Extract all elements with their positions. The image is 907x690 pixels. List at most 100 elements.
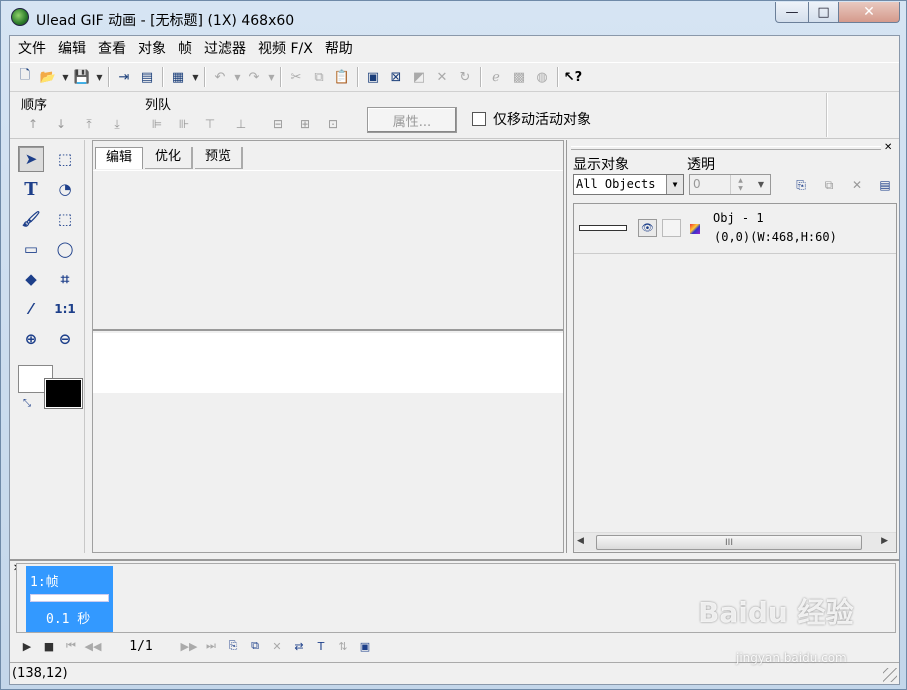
delete-frame-icon[interactable]: ✕ — [266, 636, 288, 656]
undo-icon[interactable]: ↶ — [209, 66, 231, 88]
object-properties-icon[interactable]: ▤ — [875, 176, 895, 194]
lasso-tool-icon[interactable]: ◔ — [52, 176, 78, 202]
new-icon[interactable]: 🗋 — [14, 66, 36, 88]
tab-optimize[interactable]: 优化 — [145, 147, 194, 169]
new-object-icon[interactable]: ⎘ — [791, 176, 811, 194]
next-frame-icon[interactable]: ▶▶ — [178, 636, 200, 656]
undo-dropdown-icon[interactable]: ▼ — [232, 66, 243, 88]
first-frame-icon[interactable]: ⏮ — [60, 636, 82, 656]
add-frame-icon[interactable]: ⎘ — [222, 636, 244, 656]
eyedropper-icon[interactable]: ⁄ — [18, 296, 44, 322]
save-dropdown-icon[interactable]: ▼ — [94, 66, 105, 88]
optimize-icon[interactable]: ▦ — [167, 66, 189, 88]
rotate-icon[interactable]: ↻ — [454, 66, 476, 88]
ellipse-tool-icon[interactable]: ◯ — [52, 236, 78, 262]
menu-filter[interactable]: 过滤器 — [198, 38, 252, 60]
properties-button[interactable]: 属性... — [367, 107, 457, 133]
eraser-tool-icon[interactable]: ▭ — [18, 236, 44, 262]
zoom-out-icon[interactable]: ⊖ — [52, 326, 78, 352]
save-icon[interactable]: 💾 — [71, 66, 93, 88]
optimize-dropdown-icon[interactable]: ▼ — [190, 66, 201, 88]
delete-frame-icon[interactable]: ⊠ — [385, 66, 407, 88]
scroll-left-icon[interactable]: ◀ — [577, 536, 584, 546]
resize-grip-icon[interactable] — [883, 668, 897, 682]
send-to-back-icon[interactable]: ⤓ — [107, 115, 127, 133]
menu-frame[interactable]: 帧 — [172, 38, 198, 60]
menu-help[interactable]: 帮助 — [319, 38, 359, 60]
pick-tool-icon[interactable]: ➤ — [18, 146, 44, 172]
frame-icon[interactable]: ▣ — [362, 66, 384, 88]
stop-icon[interactable]: ■ — [38, 636, 60, 656]
open-icon[interactable]: 📂 — [37, 66, 59, 88]
minimize-button[interactable]: — — [775, 2, 809, 23]
chevron-down-icon[interactable]: ▼ — [666, 175, 683, 194]
redo-dropdown-icon[interactable]: ▼ — [266, 66, 277, 88]
browser-icon[interactable]: ℯ — [485, 66, 507, 88]
duplicate-object-icon[interactable]: ⧉ — [819, 176, 839, 194]
previous-frame-icon[interactable]: ◀◀ — [82, 636, 104, 656]
crop-icon[interactable]: ✕ — [431, 66, 453, 88]
spinner-icon[interactable]: ▲ ▼ — [730, 175, 750, 194]
banner-text-icon[interactable]: T — [310, 636, 332, 656]
panel-grip[interactable] — [571, 146, 881, 150]
last-frame-icon[interactable]: ⏭ — [200, 636, 222, 656]
eye-icon[interactable]: 👁 — [638, 219, 657, 237]
transparency-input[interactable]: 0 ▲ ▼ ▼ — [689, 174, 771, 195]
scroll-thumb[interactable]: III — [596, 535, 862, 550]
copy-icon[interactable]: ⧉ — [308, 66, 330, 88]
frame-properties-icon[interactable]: ▣ — [354, 636, 376, 656]
properties-icon[interactable]: ◩ — [408, 66, 430, 88]
panel-splitter[interactable] — [566, 140, 569, 553]
center-both-icon[interactable]: ⊡ — [323, 115, 343, 133]
add-video-icon[interactable]: ▤ — [136, 66, 158, 88]
bring-forward-icon[interactable]: ↑ — [23, 115, 43, 133]
menu-edit[interactable]: 编辑 — [52, 38, 92, 60]
redo-icon[interactable]: ↷ — [243, 66, 265, 88]
image-canvas[interactable] — [93, 333, 563, 393]
swap-colors-icon[interactable]: ⤡ — [23, 398, 31, 409]
zoom-in-icon[interactable]: ⊕ — [18, 326, 44, 352]
fill-tool-icon[interactable]: ◆ — [18, 266, 44, 292]
cut-icon[interactable]: ✂ — [285, 66, 307, 88]
tab-preview[interactable]: 预览 — [195, 147, 244, 169]
menu-view[interactable]: 查看 — [92, 38, 132, 60]
transform-tool-icon[interactable]: ⌗ — [52, 266, 78, 292]
horizontal-scrollbar[interactable]: ◀ III ▶ — [574, 532, 896, 551]
bring-to-front-icon[interactable]: ⤒ — [79, 115, 99, 133]
align-bottom-icon[interactable]: ⊥ — [231, 115, 251, 133]
menu-video-fx[interactable]: 视频 F/X — [252, 38, 319, 60]
send-backward-icon[interactable]: ↓ — [51, 115, 71, 133]
center-horizontal-icon[interactable]: ⊟ — [268, 115, 288, 133]
duplicate-frame-icon[interactable]: ⧉ — [244, 636, 266, 656]
paste-icon[interactable]: 📋 — [331, 66, 353, 88]
foreground-color-swatch[interactable] — [44, 378, 83, 409]
brush-tool-icon[interactable]: 🖌 — [18, 206, 44, 232]
frame-thumbnail[interactable]: 1:帧 0.1 秒 — [26, 566, 113, 632]
sequence-icon[interactable]: ▩ — [508, 66, 530, 88]
move-active-only-checkbox[interactable] — [472, 112, 486, 126]
globe-icon[interactable]: ◍ — [531, 66, 553, 88]
reverse-frames-icon[interactable]: ⇅ — [332, 636, 354, 656]
close-button[interactable]: ✕ — [838, 2, 900, 23]
align-top-icon[interactable]: ⊤ — [200, 115, 220, 133]
help-icon[interactable]: ↖? — [562, 66, 584, 88]
maximize-button[interactable]: □ — [808, 2, 839, 23]
marquee-tool-icon[interactable]: ⬚ — [52, 146, 78, 172]
menu-file[interactable]: 文件 — [12, 38, 52, 60]
close-icon[interactable]: ✕ — [884, 142, 892, 153]
menu-object[interactable]: 对象 — [132, 38, 172, 60]
tween-icon[interactable]: ⇄ — [288, 636, 310, 656]
tab-edit[interactable]: 编辑 — [95, 147, 144, 169]
chevron-down-icon[interactable]: ▼ — [752, 175, 770, 194]
open-dropdown-icon[interactable]: ▼ — [60, 66, 71, 88]
add-image-icon[interactable]: ⇥ — [113, 66, 135, 88]
actual-size-icon[interactable]: 1:1 — [52, 296, 78, 322]
delete-object-icon[interactable]: ✕ — [847, 176, 867, 194]
text-tool-icon[interactable]: T — [18, 176, 44, 202]
align-left-icon[interactable]: ⊫ — [147, 115, 167, 133]
align-right-icon[interactable]: ⊪ — [174, 115, 194, 133]
play-icon[interactable]: ▶ — [16, 636, 38, 656]
scroll-right-icon[interactable]: ▶ — [881, 536, 888, 546]
center-vertical-icon[interactable]: ⊞ — [295, 115, 315, 133]
show-objects-select[interactable]: All Objects ▼ — [573, 174, 684, 195]
